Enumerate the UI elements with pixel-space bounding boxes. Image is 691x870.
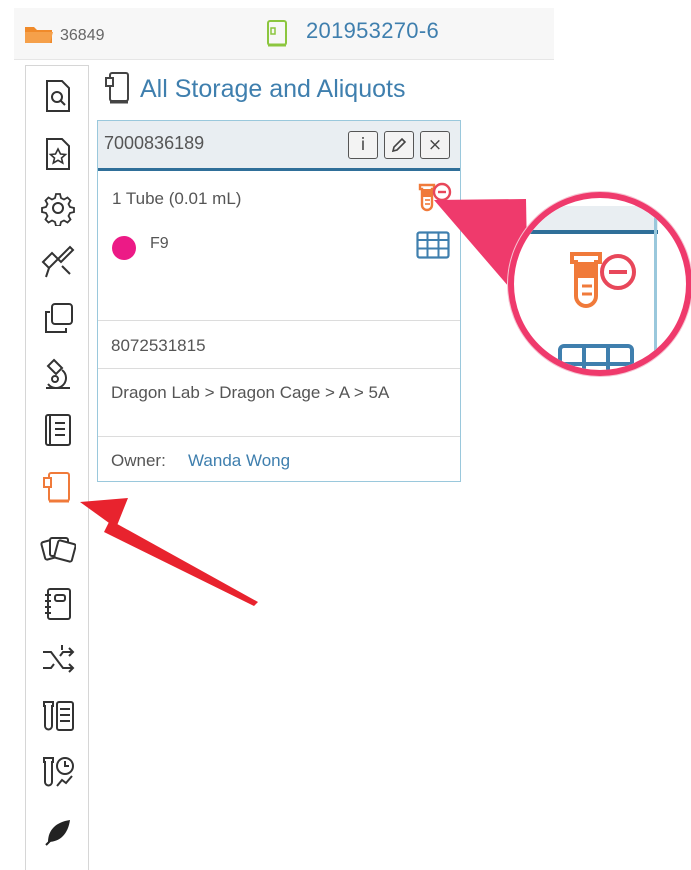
app-screen: 36849 201953270-6 All Storage and Aliquo… — [0, 0, 691, 870]
document-star-icon — [46, 138, 70, 170]
info-button[interactable]: i — [348, 131, 378, 159]
grid-icon — [558, 344, 634, 370]
tube-list-icon — [43, 701, 74, 731]
owner-label: Owner: — [111, 451, 166, 470]
sidebar-item-pipette[interactable] — [38, 242, 78, 282]
sidebar-item-tube-list[interactable] — [38, 696, 78, 736]
storage-title: All Storage and Aliquots — [140, 75, 406, 103]
top-bar: 36849 201953270-6 — [14, 8, 554, 60]
storage-box-icon — [267, 20, 287, 47]
status-dot — [112, 236, 136, 260]
annotation-arrow — [80, 498, 258, 606]
edit-button[interactable] — [384, 131, 414, 159]
close-button[interactable]: × — [420, 131, 450, 159]
folder-number: 36849 — [60, 27, 105, 44]
pencil-icon — [391, 137, 407, 153]
owner-name[interactable]: Wanda Wong — [188, 451, 290, 471]
tube-quantity: 1 Tube (0.01 mL) — [112, 189, 242, 208]
sidebar — [25, 65, 89, 870]
sidebar-item-workflow[interactable] — [38, 640, 78, 680]
aliquot-id: 7000836189 — [104, 133, 205, 153]
barcode-value: 8072531815 — [111, 336, 206, 355]
microscope-icon — [46, 358, 70, 389]
sidebar-item-microscope[interactable] — [38, 354, 78, 394]
sample-id: 201953270-6 — [306, 18, 439, 43]
location-row — [98, 369, 460, 437]
location-path: Dragon Lab > Dragon Cage > A > 5A — [111, 383, 390, 402]
tube-clock-icon — [43, 757, 74, 787]
callout-header — [528, 206, 658, 234]
remove-tube-icon — [570, 252, 636, 308]
zoom-callout — [508, 192, 691, 376]
workflow-icon — [43, 645, 75, 673]
notebook-icon — [45, 414, 71, 446]
card-header: 7000836189 i × — [98, 121, 460, 171]
leaf-icon — [45, 820, 70, 846]
sidebar-item-copy[interactable] — [38, 298, 78, 338]
callout-border — [654, 206, 657, 370]
document-search-icon — [46, 80, 70, 112]
sidebar-item-settings[interactable] — [38, 188, 78, 228]
folder-icon[interactable] — [24, 24, 54, 44]
gear-icon — [41, 193, 75, 226]
sidebar-item-tube-clock[interactable] — [38, 752, 78, 792]
sidebar-item-notebook[interactable] — [38, 410, 78, 450]
position-label: F9 — [150, 235, 169, 252]
sidebar-item-document-star[interactable] — [38, 134, 78, 174]
sidebar-item-leaf[interactable] — [38, 810, 78, 850]
sidebar-item-document-search[interactable] — [38, 76, 78, 116]
storage-box-icon — [105, 72, 129, 104]
pipette-icon — [41, 245, 75, 278]
copy-icon — [45, 303, 73, 333]
aliquot-card: 7000836189 i × 1 Tube (0.01 mL) F9 — [97, 120, 461, 482]
